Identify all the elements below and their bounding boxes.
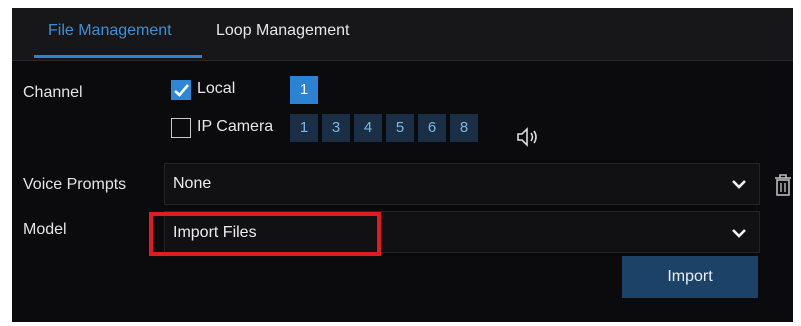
highlight-box [149, 212, 381, 256]
voice-prompts-value: None [173, 175, 212, 192]
trash-icon[interactable] [772, 172, 794, 198]
voice-prompts-label: Voice Prompts [23, 176, 127, 193]
voice-prompts-select[interactable]: None [164, 163, 760, 205]
local-checkbox[interactable] [171, 80, 191, 100]
active-tab-indicator [34, 55, 202, 58]
chevron-down-icon [732, 229, 746, 238]
ip-channel-6[interactable]: 6 [418, 114, 446, 142]
ip-channel-1[interactable]: 1 [290, 114, 318, 142]
chevron-down-icon [732, 180, 746, 189]
settings-panel: File Management Loop Management Channel … [12, 8, 793, 322]
tab-loop-management[interactable]: Loop Management [216, 22, 349, 40]
ip-channel-8[interactable]: 8 [450, 114, 478, 142]
ip-channel-3[interactable]: 3 [322, 114, 350, 142]
tab-bar: File Management Loop Management [12, 8, 793, 61]
tab-file-management[interactable]: File Management [48, 22, 172, 40]
local-label: Local [197, 80, 236, 97]
channel-label: Channel [23, 84, 83, 101]
ip-camera-label: IP Camera [197, 118, 274, 135]
ip-channel-5[interactable]: 5 [386, 114, 414, 142]
ip-channel-4[interactable]: 4 [354, 114, 382, 142]
speaker-icon[interactable] [515, 126, 541, 148]
import-button[interactable]: Import [622, 256, 758, 298]
local-channel-1[interactable]: 1 [290, 76, 318, 104]
ip-camera-checkbox[interactable] [171, 118, 191, 138]
model-label: Model [23, 221, 67, 238]
